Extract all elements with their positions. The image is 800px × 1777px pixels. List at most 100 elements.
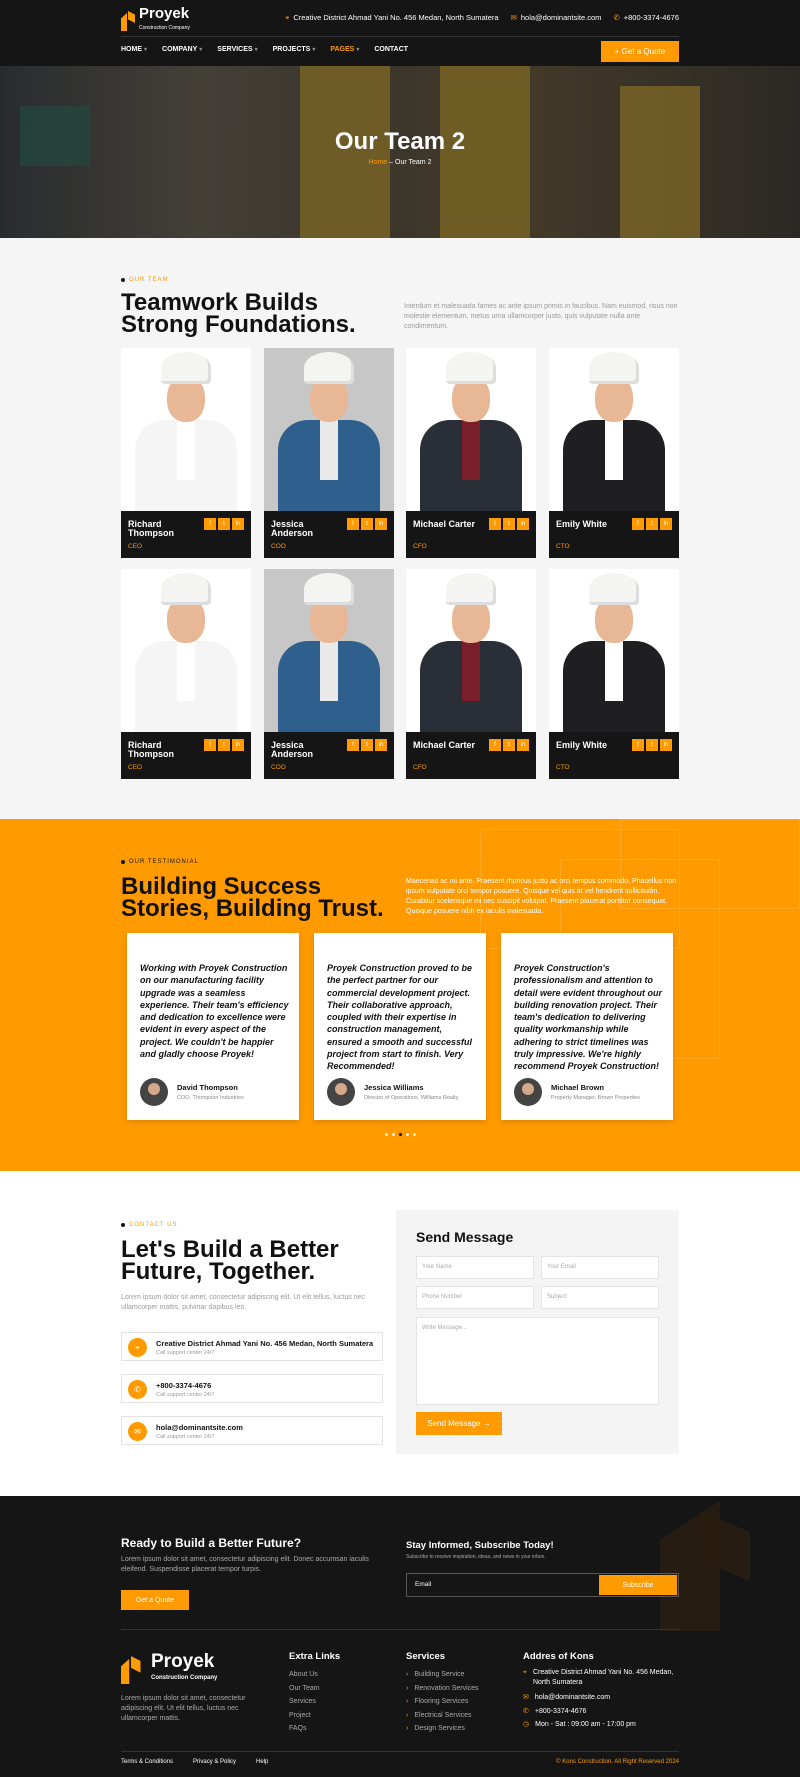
footer-service-label[interactable]: Renovation Services [414,1685,478,1692]
nav-item-pages[interactable]: PAGES ▾ [330,46,359,53]
footer-extra-link[interactable]: Services [289,1695,320,1709]
linkedin-icon[interactable]: in [517,518,529,530]
facebook-icon[interactable]: f [347,739,359,751]
twitter-icon[interactable]: t [218,518,230,530]
team-card[interactable]: Michael Carter CFO f t in [406,348,536,558]
person-shirt [320,641,338,701]
carousel-dot[interactable] [384,1133,388,1136]
get-quote-button[interactable]: + Get a Quote [601,41,679,62]
footer-logo[interactable]: Proyek Construction Company [121,1651,217,1687]
team-card[interactable]: Richard Thompson CEO f t in [121,569,251,779]
help-link[interactable]: Help [256,1759,268,1765]
team-card[interactable]: Emily White CTO f t in [549,569,679,779]
subscribe-button[interactable]: Subscribe [599,1575,677,1595]
team-card-footer: Michael Carter CFO f t in [406,732,536,779]
contact-info-title[interactable]: Creative District Ahmad Yani No. 456 Med… [156,1339,373,1348]
footer-service-label[interactable]: Design Services [414,1725,465,1732]
facebook-icon[interactable]: f [204,739,216,751]
address-phone-text[interactable]: +800-3374-4676 [535,1708,587,1715]
header-email[interactable]: ✉ hola@dominantsite.com [511,13,602,23]
linkedin-icon[interactable]: in [232,518,244,530]
twitter-icon[interactable]: t [218,739,230,751]
carousel-dot[interactable] [391,1133,395,1136]
nav-label[interactable]: COMPANY [162,46,197,53]
twitter-icon[interactable]: t [503,518,515,530]
twitter-icon[interactable]: t [646,739,658,751]
team-member-photo [264,569,394,736]
team-member-name: Emily White [556,740,608,750]
footer-service-link[interactable]: › Design Services [406,1722,479,1736]
breadcrumb-home[interactable]: Home [369,159,388,166]
services-title: Services [406,1651,446,1662]
terms-link[interactable]: Terms & Conditions [121,1759,173,1765]
linkedin-icon[interactable]: in [517,739,529,751]
footer-get-quote-button[interactable]: Get a Quote [121,1590,189,1610]
carousel-dot-active[interactable] [398,1133,402,1136]
facebook-icon[interactable]: f [489,739,501,751]
brand-logo[interactable]: Proyek Construction Company [121,6,190,35]
team-card[interactable]: Jessica Anderson COO f t in [264,348,394,558]
team-card[interactable]: Jessica Anderson COO f t in [264,569,394,779]
facebook-icon[interactable]: f [632,518,644,530]
nav-label[interactable]: CONTACT [374,46,408,53]
footer-extra-link[interactable]: About Us [289,1668,320,1682]
nav-item-contact[interactable]: CONTACT [374,46,408,53]
linkedin-icon[interactable]: in [232,739,244,751]
team-card[interactable]: Emily White CTO f t in [549,348,679,558]
person-shirt [462,420,480,480]
footer-extra-link[interactable]: Project [289,1709,320,1723]
team-card-footer: Jessica Anderson COO f t in [264,511,394,558]
linkedin-icon[interactable]: in [660,518,672,530]
linkedin-icon[interactable]: in [375,518,387,530]
footer-service-link[interactable]: › Electrical Services [406,1709,479,1723]
nav-item-company[interactable]: COMPANY ▾ [162,46,202,53]
twitter-icon[interactable]: t [646,518,658,530]
linkedin-icon[interactable]: in [660,739,672,751]
nav-item-services[interactable]: SERVICES ▾ [217,46,257,53]
privacy-link[interactable]: Privacy & Policy [193,1759,236,1765]
twitter-icon[interactable]: t [361,518,373,530]
footer-service-link[interactable]: › Flooring Services [406,1695,479,1709]
twitter-icon[interactable]: t [361,739,373,751]
footer-service-label[interactable]: Building Service [414,1671,464,1678]
name-field[interactable]: Your Name [416,1256,534,1279]
nav-label[interactable]: PAGES [330,46,354,53]
nav-label[interactable]: SERVICES [217,46,252,53]
facebook-icon[interactable]: f [204,518,216,530]
nav-item-projects[interactable]: PROJECTS ▾ [273,46,316,53]
team-card[interactable]: Michael Carter CFO f t in [406,569,536,779]
footer-service-label[interactable]: Electrical Services [414,1712,471,1719]
facebook-icon[interactable]: f [632,739,644,751]
nav-item-home[interactable]: HOME ▾ [121,46,147,53]
subject-field[interactable]: Subject [541,1286,659,1309]
facebook-icon[interactable]: f [347,518,359,530]
header-email-text[interactable]: hola@dominantsite.com [521,13,602,22]
contact-info-title[interactable]: +800-3374-4676 [156,1381,211,1390]
nav-label[interactable]: PROJECTS [273,46,311,53]
carousel-dot[interactable] [412,1133,416,1136]
header-phone-text[interactable]: +800-3374-4676 [624,13,679,22]
linkedin-icon[interactable]: in [375,739,387,751]
footer-service-label[interactable]: Flooring Services [414,1698,468,1705]
header-phone[interactable]: ✆ +800-3374-4676 [613,13,679,23]
carousel-dot[interactable] [405,1133,409,1136]
facebook-icon[interactable]: f [489,518,501,530]
send-message-button[interactable]: Send Message → [416,1412,502,1435]
address-phone[interactable]: ✆ +800-3374-4676 [523,1705,683,1719]
subscribe-email-input[interactable]: Email [415,1581,431,1588]
phone-field[interactable]: Phone Number [416,1286,534,1309]
nav-label[interactable]: HOME [121,46,142,53]
message-field[interactable]: Write Message... [416,1317,659,1405]
email-field[interactable]: Your Email [541,1256,659,1279]
footer-extra-link[interactable]: Our Team [289,1682,320,1696]
contact-info-title[interactable]: hola@dominantsite.com [156,1423,243,1432]
mail-icon: ✉ [510,13,517,22]
footer-service-link[interactable]: › Building Service [406,1668,479,1682]
twitter-icon[interactable]: t [503,739,515,751]
footer-brand-name: Proyek [151,1651,215,1672]
footer-service-link[interactable]: › Renovation Services [406,1682,479,1696]
address-email[interactable]: ✉ hola@dominantsite.com [523,1691,683,1705]
footer-extra-link[interactable]: FAQs [289,1722,320,1736]
team-card[interactable]: Richard Thompson CEO f t in [121,348,251,558]
address-email-text[interactable]: hola@dominantsite.com [535,1694,610,1701]
